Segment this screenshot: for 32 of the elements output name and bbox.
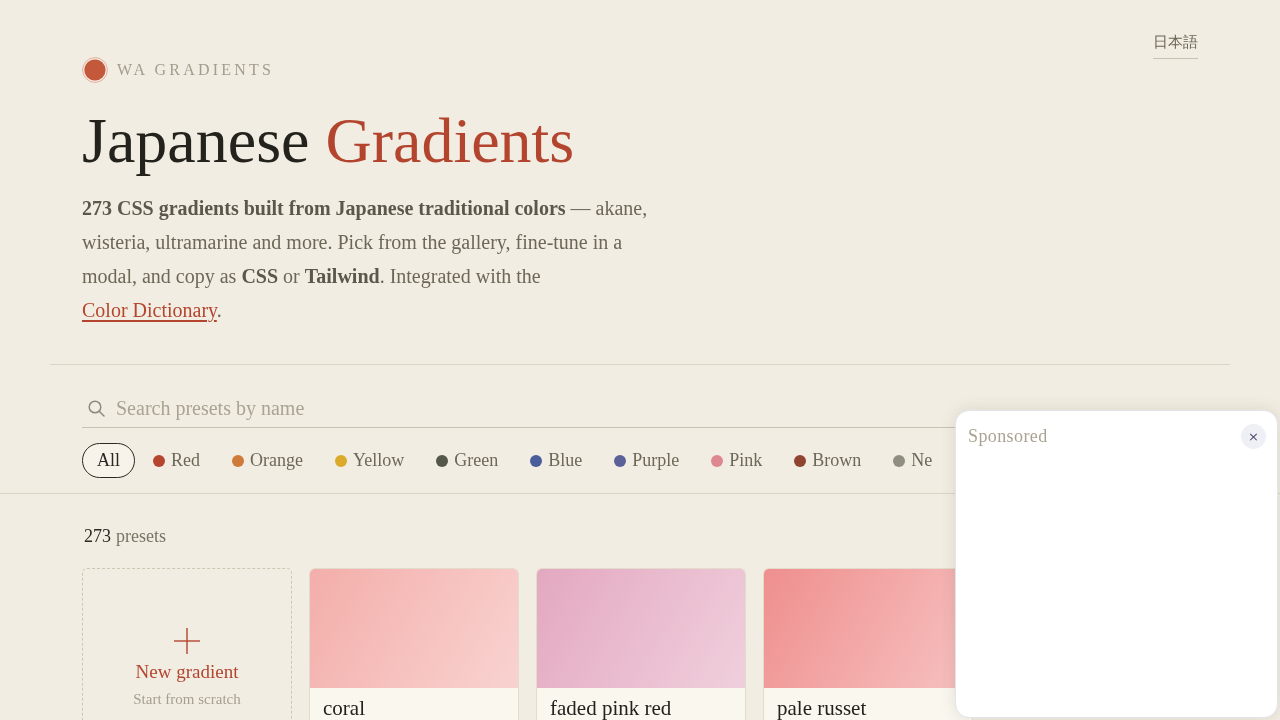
preset-name: pale russet <box>776 695 868 720</box>
preset-card[interactable]: faded pink red <box>536 568 746 720</box>
page-title: Japanese Gradients <box>82 105 575 177</box>
language-link[interactable]: 日本語 <box>1153 32 1198 59</box>
filter-chip[interactable]: Green <box>421 443 513 478</box>
logo-icon <box>82 57 108 83</box>
filter-chip[interactable]: Brown <box>779 443 876 478</box>
filter-chip[interactable]: Purple <box>599 443 694 478</box>
preset-name: coral <box>322 695 366 720</box>
new-gradient-card[interactable]: New gradient Start from scratch <box>82 568 292 720</box>
brand-name: WA GRADIENTS <box>117 60 275 80</box>
preset-count: 273 <box>84 525 111 548</box>
close-button[interactable]: × <box>1241 423 1266 449</box>
filter-chip[interactable]: Red <box>138 443 214 478</box>
search-icon <box>88 400 105 417</box>
description-text: 273 CSS gradients built from Japanese traditional colors — akane, wisteria, ultramarine and more. Pick from the gallery, fine-tune in a modal, and copy as CSS or Tailwind. Integrated with the Color Dictionary. <box>82 196 649 324</box>
sponsored-label: Sponsored <box>968 425 1048 448</box>
color-dictionary-link[interactable]: Color Dictionary <box>82 299 217 321</box>
filter-chip[interactable]: All <box>82 443 135 478</box>
filter-chip[interactable]: Orange <box>217 443 317 478</box>
filter-chip[interactable]: Pink <box>696 443 777 478</box>
filter-chip[interactable]: Ne <box>878 443 947 478</box>
plus-icon <box>174 628 200 654</box>
new-gradient-title: New gradient <box>135 660 239 684</box>
preset-card[interactable]: coral <box>309 568 519 720</box>
preset-count-label: presets <box>116 525 166 548</box>
preset-card[interactable]: pale russet <box>763 568 973 720</box>
preset-name: faded pink red <box>549 695 673 720</box>
filter-chip[interactable]: Yellow <box>320 443 419 478</box>
search-field[interactable]: Search presets by name <box>82 390 955 428</box>
new-gradient-subtitle: Start from scratch <box>133 690 241 709</box>
filter-chip[interactable]: Blue <box>515 443 597 478</box>
